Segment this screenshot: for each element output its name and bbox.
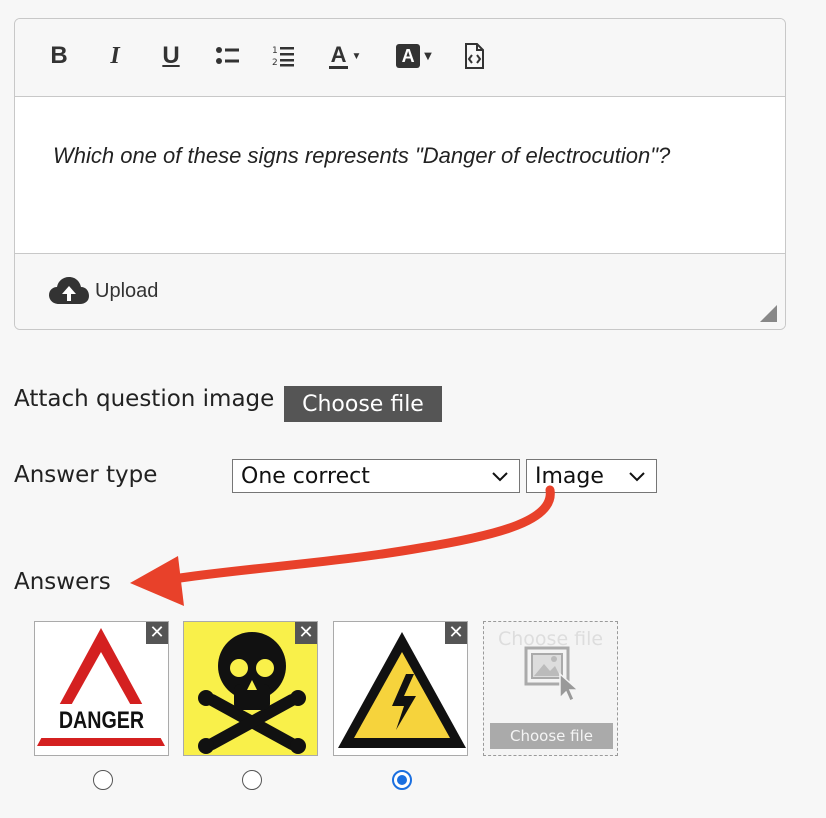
cloud-upload-icon — [49, 277, 89, 304]
editor-statusbar: Upload — [15, 253, 785, 329]
svg-text:1: 1 — [272, 46, 278, 56]
underline-button[interactable]: U — [157, 39, 185, 73]
bulleted-list-button[interactable] — [213, 39, 243, 73]
answer-new-slot[interactable]: Choose file Choose file — [483, 621, 618, 756]
answer-radio-3[interactable] — [392, 770, 412, 790]
remove-answer-button[interactable]: ✕ — [445, 622, 467, 644]
italic-label: I — [110, 42, 120, 69]
underline-label: U — [162, 42, 180, 69]
answer-mode-value: One correct — [241, 463, 370, 489]
answer-image-electrical[interactable]: ✕ — [333, 621, 468, 756]
chevron-down-icon — [629, 472, 645, 482]
remove-answer-button[interactable]: ✕ — [146, 622, 168, 644]
danger-sign-text: DANGER — [58, 707, 145, 734]
remove-answer-button[interactable]: ✕ — [295, 622, 317, 644]
chevron-down-icon — [492, 472, 508, 482]
background-color-icon: A — [396, 44, 421, 68]
question-text: Which one of these signs represents "Dan… — [53, 143, 671, 168]
attach-image-label: Attach question image — [14, 386, 275, 412]
source-code-icon — [465, 43, 484, 69]
numbered-list-button[interactable]: 1 2 — [269, 39, 299, 73]
answer-choose-file-button[interactable]: Choose file — [490, 723, 613, 749]
answer-image-danger[interactable]: DANGER ✕ — [34, 621, 169, 756]
source-code-button[interactable] — [459, 39, 489, 73]
answer-radio-2[interactable] — [242, 770, 262, 790]
chevron-down-icon: ▼ — [351, 50, 362, 62]
font-color-icon: A — [328, 41, 349, 69]
resize-grip[interactable] — [760, 305, 777, 322]
question-editor: B I U 1 2 A ▼ A ▼ Which one of these sig… — [14, 18, 786, 330]
bulleted-list-icon — [216, 47, 239, 64]
answer-type-label: Answer type — [14, 462, 158, 488]
add-image-icon — [524, 646, 580, 703]
answer-image-skull[interactable]: ✕ — [183, 621, 318, 756]
chevron-down-icon: ▼ — [424, 50, 432, 62]
upload-button[interactable]: Upload — [49, 276, 158, 306]
numbered-list-icon: 1 2 — [272, 46, 294, 68]
editor-toolbar: B I U 1 2 A ▼ A ▼ — [15, 19, 785, 97]
answer-format-select[interactable]: Image — [526, 459, 657, 493]
bold-button[interactable]: B — [45, 39, 73, 73]
italic-button[interactable]: I — [103, 39, 127, 73]
editor-content-area[interactable]: Which one of these signs represents "Dan… — [15, 97, 785, 252]
answer-mode-select[interactable]: One correct — [232, 459, 520, 493]
bold-label: B — [50, 42, 68, 69]
svg-text:2: 2 — [272, 58, 278, 68]
answer-format-value: Image — [535, 463, 604, 489]
answers-heading: Answers — [14, 569, 111, 595]
answer-radio-1[interactable] — [93, 770, 113, 790]
upload-label: Upload — [95, 279, 159, 302]
background-color-button[interactable]: A ▼ — [391, 39, 437, 73]
choose-file-button[interactable]: Choose file — [284, 386, 442, 422]
font-color-button[interactable]: A ▼ — [323, 39, 367, 73]
